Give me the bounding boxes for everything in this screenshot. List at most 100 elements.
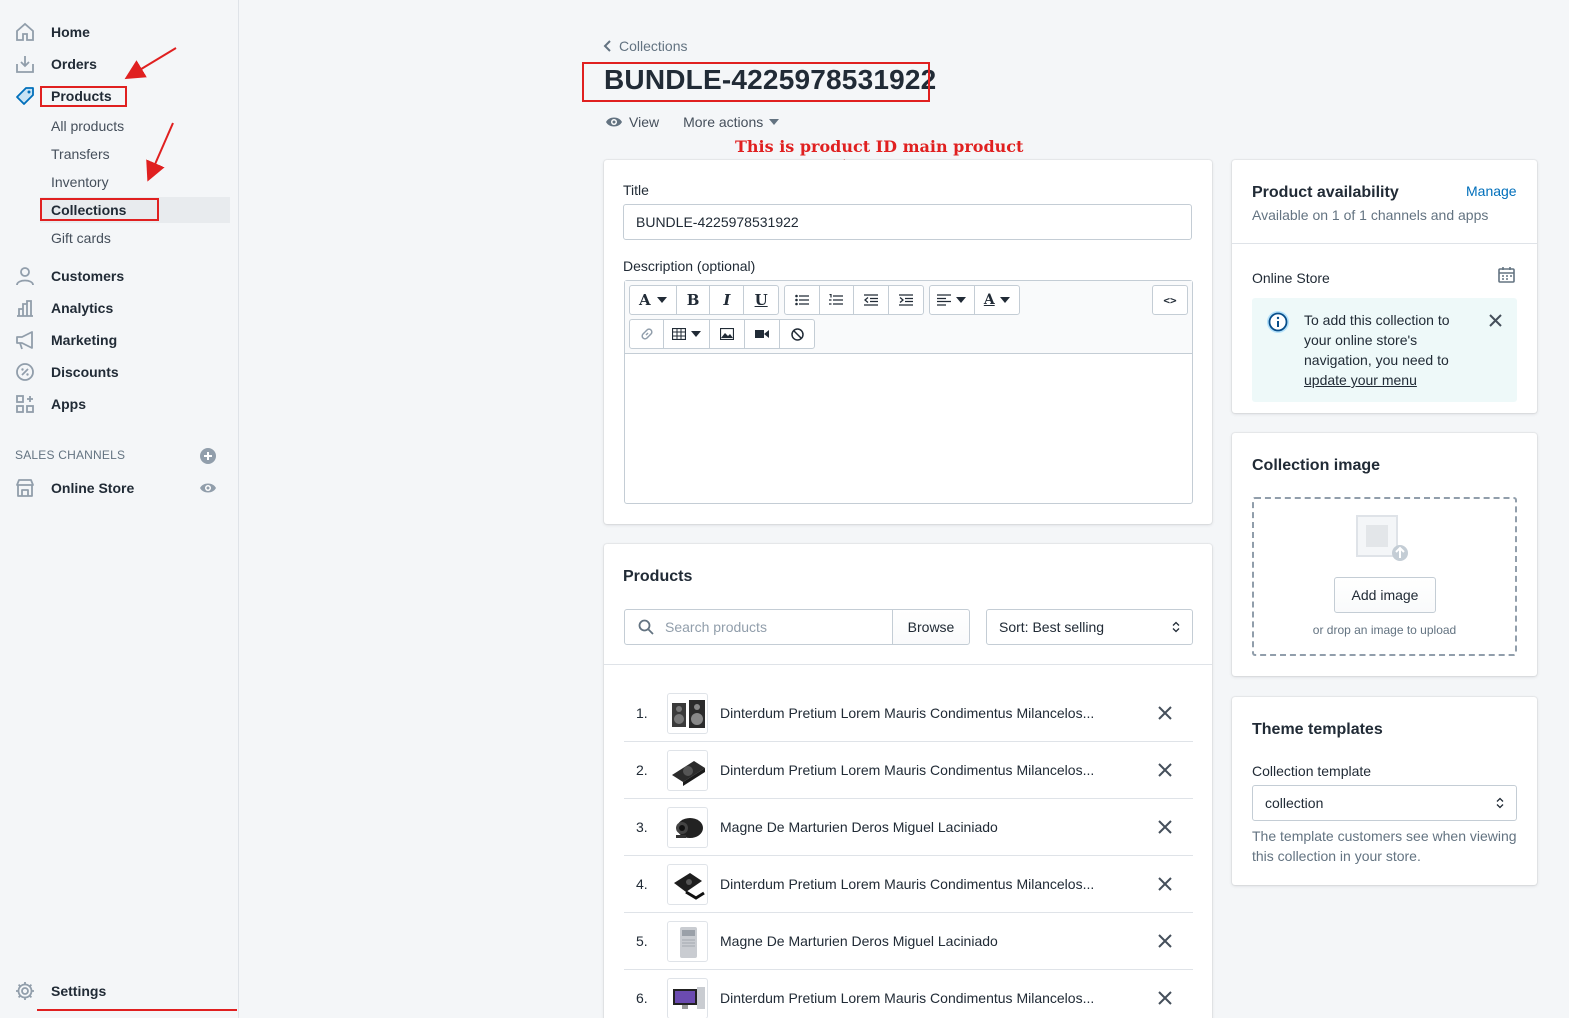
link-button[interactable] [630,320,664,348]
remove-product-close-icon[interactable] [1157,819,1173,835]
product-thumbnail [667,864,708,905]
eye-icon [606,117,622,127]
product-name[interactable]: Magne De Marturien Deros Miguel Laciniad… [720,933,998,949]
table-row[interactable]: 2. Dinterdum Pretium Lorem Mauris Condim… [624,742,1193,799]
numbered-list-button[interactable] [820,286,854,314]
select-arrows-icon [1172,621,1180,633]
breadcrumb-label: Collections [619,38,688,54]
desktop-computer-image [673,987,705,1009]
link-icon [640,328,653,340]
image-dropzone[interactable]: Add image or drop an image to upload [1252,497,1517,656]
search-icon [638,619,654,635]
outdent-icon [863,294,878,306]
product-name[interactable]: Dinterdum Pretium Lorem Mauris Condiment… [720,705,1094,721]
font-style-dropdown[interactable]: A [630,286,677,314]
bulleted-list-button[interactable] [785,286,820,314]
product-thumbnail [667,807,708,848]
more-actions-label: More actions [683,114,764,130]
collection-image-heading: Collection image [1252,457,1381,474]
indent-button[interactable] [889,286,923,314]
availability-heading: Product availability [1252,184,1399,201]
bold-button[interactable]: B [677,286,711,314]
chevron-left-icon [603,40,611,52]
product-name[interactable]: Dinterdum Pretium Lorem Mauris Condiment… [720,990,1094,1006]
info-banner: To add this collection to your online st… [1252,298,1517,402]
text-color-dropdown[interactable]: A [975,286,1020,314]
align-color-group: A [929,285,1020,315]
indent-icon [898,294,913,306]
dismiss-banner-close-icon[interactable] [1489,314,1502,327]
template-value: collection [1265,795,1324,811]
caret-down-icon [656,297,667,303]
product-thumbnail [667,921,708,962]
block-icon [790,327,804,341]
template-help-text: The template customers see when viewing … [1252,828,1517,864]
product-thumbnail [667,750,708,791]
speakers-image [672,700,705,728]
table-row[interactable]: 5. Magne De Marturien Deros Miguel Lacin… [624,913,1193,970]
divider [1232,243,1537,244]
breadcrumb[interactable]: Collections [603,37,687,55]
table-row[interactable]: 1. Dinterdum Pretium Lorem Mauris Condim… [624,685,1193,742]
collection-template-label: Collection template [1252,763,1372,779]
clear-formatting-button[interactable] [780,320,814,348]
list-group [784,285,924,315]
products-card: Products Search products Browse Sort: Be… [604,544,1212,1018]
description-textarea[interactable] [625,355,1192,503]
title-input-value: BUNDLE-4225978531922 [636,214,799,230]
row-number: 5. [636,933,648,949]
description-label: Description (optional) [623,258,756,274]
italic-button[interactable]: I [710,286,745,314]
outdent-button[interactable] [854,286,889,314]
view-action[interactable]: View [605,114,659,130]
format-group: A B I U [629,285,779,315]
collection-template-select[interactable]: collection [1252,785,1517,821]
code-view-button[interactable]: <> [1153,286,1187,314]
title-input[interactable]: BUNDLE-4225978531922 [623,204,1192,240]
row-number: 6. [636,990,648,1006]
arrow-to-collections [146,122,174,182]
caret-down-icon [769,119,780,125]
remove-product-close-icon[interactable] [1157,705,1173,721]
search-products-input[interactable]: Search products [624,609,893,645]
product-name[interactable]: Magne De Marturien Deros Miguel Laciniad… [720,819,998,835]
update-menu-link[interactable]: update your menu [1304,372,1417,388]
table-row[interactable]: 4. Dinterdum Pretium Lorem Mauris Condim… [624,856,1193,913]
product-name[interactable]: Dinterdum Pretium Lorem Mauris Condiment… [720,762,1094,778]
calendar-icon[interactable] [1498,266,1515,283]
remove-product-close-icon[interactable] [1157,933,1173,949]
arrow-to-products [124,47,177,80]
product-availability-card: Product availability Manage Available on… [1232,160,1537,413]
remove-product-close-icon[interactable] [1157,990,1173,1006]
underline-button[interactable]: U [744,286,778,314]
theme-templates-card: Theme templates Collection template coll… [1232,697,1537,885]
manage-link[interactable]: Manage [1466,183,1517,199]
add-image-button[interactable]: Add image [1334,577,1436,613]
annotation-text: This is product ID main product [735,137,1024,156]
remove-product-close-icon[interactable] [1157,762,1173,778]
availability-subtext: Available on 1 of 1 channels and apps [1252,207,1489,223]
table-icon [672,328,686,340]
product-thumbnail [667,978,708,1018]
insert-image-button[interactable] [710,320,745,348]
view-label: View [629,114,660,130]
remove-product-close-icon[interactable] [1157,876,1173,892]
insert-group [629,319,815,349]
info-icon [1267,311,1289,333]
insert-video-button[interactable] [745,320,780,348]
table-row[interactable]: 3. Magne De Marturien Deros Miguel Lacin… [624,799,1193,856]
more-actions-dropdown[interactable]: More actions [683,114,780,130]
table-dropdown[interactable] [664,320,710,348]
row-number: 1. [636,705,648,721]
row-number: 3. [636,819,648,835]
code-view-group: <> [1152,285,1188,315]
align-dropdown[interactable] [930,286,975,314]
product-name[interactable]: Dinterdum Pretium Lorem Mauris Condiment… [720,876,1094,892]
select-arrows-icon [1496,797,1504,809]
image-icon [720,328,734,340]
browse-button[interactable]: Browse [892,609,970,645]
theme-templates-heading: Theme templates [1252,721,1383,738]
description-editor: A B I U A <> [624,280,1193,504]
sort-select[interactable]: Sort: Best selling [986,609,1193,645]
table-row[interactable]: 6. Dinterdum Pretium Lorem Mauris Condim… [624,970,1193,1018]
